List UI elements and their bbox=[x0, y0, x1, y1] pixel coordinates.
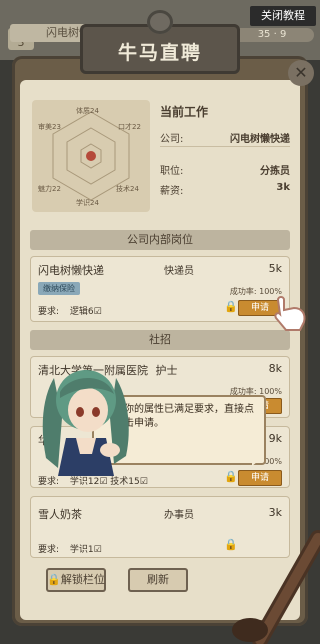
divider bbox=[160, 146, 290, 147]
radar-label: 技术24 bbox=[116, 185, 139, 193]
guide-character bbox=[42, 370, 129, 476]
internal-section-title: 公司内部岗位 bbox=[30, 230, 290, 250]
requirement-label: 要求: bbox=[38, 307, 60, 317]
lock-icon: 🔒 bbox=[224, 300, 238, 313]
pointing-hand-icon bbox=[274, 296, 306, 331]
requirement-label: 要求: bbox=[38, 477, 60, 487]
job-role: 快递员 bbox=[164, 266, 194, 277]
info-label: 公司: bbox=[160, 134, 184, 145]
close-icon: ✕ bbox=[294, 63, 308, 82]
radar-label: 口才22 bbox=[118, 123, 141, 131]
requirement-value: 学识1☑ bbox=[69, 545, 102, 555]
job-requirement: 要求: 逻辑6☑ bbox=[38, 304, 102, 317]
job-requirement: 要求: 学识1☑ bbox=[38, 542, 102, 555]
unlock-slot-button[interactable]: 🔒解锁栏位 bbox=[46, 568, 106, 592]
refresh-button[interactable]: 刷新 bbox=[128, 568, 188, 592]
job-company: 雪人奶茶 bbox=[38, 508, 82, 521]
dialog-text: 你的属性已满足要求，直接点击申请。 bbox=[124, 404, 254, 429]
info-value: 3k bbox=[276, 182, 290, 193]
current-position-row: 职位: 分拣员 bbox=[160, 162, 290, 177]
job-salary: 5k bbox=[268, 262, 282, 275]
job-company: 闪电树懒快递 bbox=[38, 264, 104, 277]
requirement-label: 要求: bbox=[38, 545, 60, 555]
internal-job-card: 闪电树懒快递 快递员 5k 缴纳保险 成功率: 100% 要求: 逻辑6☑ 🔒 … bbox=[30, 256, 290, 322]
radar-label: 魅力22 bbox=[38, 185, 61, 193]
insurance-tag: 缴纳保险 bbox=[38, 282, 80, 295]
social-section-title: 社招 bbox=[30, 330, 290, 350]
info-label: 职位: bbox=[160, 166, 184, 177]
attribute-radar: 体质24 口才22 审美23 技术24 魅力22 学识24 bbox=[32, 100, 150, 212]
requirement-value: 学识12☑ 技术15☑ bbox=[69, 477, 148, 487]
job-salary: 8k bbox=[268, 362, 282, 375]
unlock-slot-label: 解锁栏位 bbox=[60, 573, 105, 586]
radar-label: 体质24 bbox=[76, 107, 99, 115]
job-salary: 9k bbox=[268, 432, 282, 445]
lock-icon: 🔒 bbox=[224, 470, 238, 483]
current-job-heading: 当前工作 bbox=[160, 105, 209, 119]
dialog-arrow-icon bbox=[252, 450, 262, 466]
requirement-value: 逻辑6☑ bbox=[69, 307, 102, 317]
panel-title: 牛马直聘 bbox=[117, 42, 202, 64]
current-company-row: 公司: 闪电树懒快递 bbox=[160, 130, 290, 145]
info-value: 分拣员 bbox=[260, 166, 290, 177]
lock-icon: 🔒 bbox=[47, 573, 61, 586]
wooden-stick-decoration bbox=[232, 530, 320, 644]
close-tutorial-button[interactable]: 关闭教程 bbox=[250, 6, 316, 26]
close-panel-button[interactable]: ✕ bbox=[288, 60, 314, 86]
background-stats: 35 · 9 bbox=[230, 28, 314, 42]
job-role: 办事员 bbox=[164, 510, 194, 521]
radar-label: 学识24 bbox=[76, 199, 99, 207]
info-value: 闪电树懒快递 bbox=[230, 134, 290, 145]
apply-button[interactable]: 申请 bbox=[238, 470, 282, 486]
current-salary-row: 薪资: 3k bbox=[160, 182, 290, 197]
job-role: 护士 bbox=[155, 364, 178, 377]
info-label: 薪资: bbox=[160, 186, 184, 197]
radar-label: 审美23 bbox=[38, 123, 61, 131]
title-knob-icon bbox=[147, 10, 173, 34]
job-salary: 3k bbox=[268, 506, 282, 519]
